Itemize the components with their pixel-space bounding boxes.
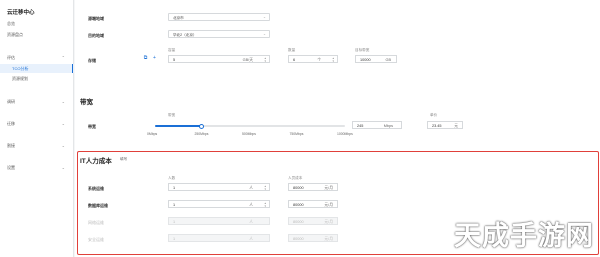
sidebar-active-indicator [71, 64, 73, 73]
stepper-icon[interactable]: ▴ ▾ [332, 56, 334, 64]
capacity-input[interactable]: 5 GB/天 ▴ ▾ [168, 55, 270, 63]
sidebar: 云迁移中心 总览 资源盘点 评估 ⌃ TCO分析 资源规划 调研 ⌄ 迁移 ⌄ … [0, 0, 74, 257]
storage-label: 存储 [88, 58, 96, 63]
unit-price-value: 23.45 [432, 123, 442, 128]
people-value: 1 [173, 236, 176, 241]
bandwidth-tick-label: 0Mbps [147, 132, 158, 136]
labor-row-label: 数据库运维 [88, 203, 108, 208]
bandwidth-tick-label: 750Mbps [289, 132, 304, 136]
source-region-value: 北京市 [173, 15, 184, 20]
capacity-unit: GB/天 [242, 57, 253, 62]
sidebar-item-cutover[interactable]: 割接 [7, 143, 15, 149]
bandwidth-column-header: 带宽 [168, 113, 176, 117]
monthly-cost-value: 80000 [293, 219, 304, 224]
labor-row-label: 网络运维 [88, 220, 104, 225]
people-value: 1 [173, 185, 176, 190]
target-region-select[interactable]: 华北2（北京） ⌄ [168, 30, 270, 38]
bandwidth-label: 带宽 [88, 124, 96, 129]
people-unit: 人 [249, 202, 253, 207]
chevron-down-icon: ⌄ [61, 165, 65, 170]
labor-row-label: 安全运维 [88, 237, 104, 242]
labor-row-label: 系统运维 [88, 186, 104, 191]
chevron-down-icon: ⌄ [61, 143, 65, 148]
watermark: 天成手游网 [454, 221, 594, 252]
bandwidth-section-title: 带宽 [80, 99, 93, 106]
chevron-down-icon: ⌄ [61, 121, 65, 126]
sidebar-item-planning[interactable]: 资源规划 [12, 76, 28, 82]
unit-price-column-header: 单价 [430, 113, 438, 117]
chevron-down-icon: ⌄ [262, 32, 266, 36]
labor-cost-section-subtitle: 填写 [120, 157, 128, 161]
people-value: 1 [173, 219, 176, 224]
bandwidth-value: 245 [357, 123, 364, 128]
target-bandwidth-input[interactable]: 10000 GB [355, 55, 397, 63]
capacity-column-header: 容量 [168, 48, 176, 52]
count-unit: 个 [317, 57, 321, 62]
sidebar-item-assessment[interactable]: 评估 [7, 55, 15, 61]
sidebar-item-overview[interactable]: 总览 [7, 21, 15, 27]
monthly-cost-value: 80000 [293, 185, 304, 190]
monthly-cost-input[interactable]: 80000 元/月 [288, 183, 338, 191]
chevron-up-icon: ⌃ [61, 55, 65, 60]
bandwidth-target-column-header: 目标带宽 [355, 48, 370, 52]
target-region-value: 华北2（北京） [173, 32, 197, 37]
sidebar-item-tco[interactable]: TCO分析 [12, 66, 28, 72]
monthly-cost-unit: 元/月 [324, 219, 333, 224]
sidebar-item-settings[interactable]: 设置 [7, 165, 15, 171]
monthly-cost-unit: 元/月 [324, 185, 333, 190]
monthly-cost-input[interactable]: 80000 元/月 [288, 200, 338, 208]
chevron-down-icon: ⌄ [61, 99, 65, 104]
bandwidth-slider-handle[interactable] [199, 123, 205, 129]
labor-cost-section-title: IT人力成本 [80, 158, 112, 165]
copy-icon[interactable]: ⧉ [142, 55, 149, 62]
monthly-cost-input: 80000 元/月 [288, 217, 338, 225]
target-bandwidth-unit: GB [385, 57, 392, 62]
people-value: 1 [173, 202, 176, 207]
target-region-label: 目的地域 [88, 33, 104, 38]
source-region-select[interactable]: 北京市 ⌄ [168, 13, 270, 21]
people-unit: 人 [249, 185, 253, 190]
monthly-cost-unit: 元/月 [324, 236, 333, 241]
stepper-icon[interactable]: ▴ ▾ [264, 184, 266, 192]
bandwidth-slider[interactable] [155, 123, 345, 129]
monthly-cost-unit: 元/月 [324, 202, 333, 207]
count-input[interactable]: 6 个 ▴ ▾ [288, 55, 338, 63]
bandwidth-slider-fill [155, 125, 202, 127]
stepper-icon[interactable]: ▴ ▾ [264, 56, 266, 64]
people-input[interactable]: 1 人 ▴ ▾ [168, 183, 270, 191]
chevron-down-icon: ⌄ [262, 15, 266, 19]
bandwidth-unit: Mbps [383, 123, 393, 128]
sidebar-item-inventory[interactable]: 资源盘点 [7, 32, 23, 38]
monthly-cost-value: 80000 [293, 202, 304, 207]
people-column-header: 人数 [168, 176, 176, 180]
add-icon[interactable]: + [151, 55, 158, 62]
unit-price-unit: 元 [454, 123, 458, 128]
target-bandwidth-value: 10000 [360, 57, 371, 62]
unit-price-input[interactable]: 23.45 元 [427, 121, 463, 129]
sidebar-item-survey[interactable]: 调研 [7, 99, 15, 105]
people-unit: 人 [249, 236, 253, 241]
sidebar-title: 云迁移中心 [7, 10, 35, 16]
source-region-label: 源端地域 [88, 16, 104, 21]
bandwidth-tick-label: 500Mbps [242, 132, 256, 136]
people-unit: 人 [249, 219, 253, 224]
count-value: 6 [293, 57, 296, 62]
people-input[interactable]: 1 人 ▴ ▾ [168, 200, 270, 208]
monthly-cost-value: 80000 [293, 236, 304, 241]
stepper-icon[interactable]: ▴ ▾ [264, 201, 266, 209]
bandwidth-tick-label: 250Mbps [194, 132, 209, 136]
monthly-cost-input: 80000 元/月 [288, 234, 338, 242]
sidebar-item-migration[interactable]: 迁移 [7, 121, 15, 127]
bandwidth-input[interactable]: 245 Mbps [352, 121, 402, 129]
people-input: 1 人 [168, 234, 270, 242]
bandwidth-tick-label: 1000Mbps [337, 132, 353, 136]
monthly-cost-column-header: 人员成本 [288, 176, 303, 180]
people-input: 1 人 [168, 217, 270, 225]
capacity-value: 5 [173, 57, 176, 62]
count-column-header: 数量 [288, 48, 296, 52]
